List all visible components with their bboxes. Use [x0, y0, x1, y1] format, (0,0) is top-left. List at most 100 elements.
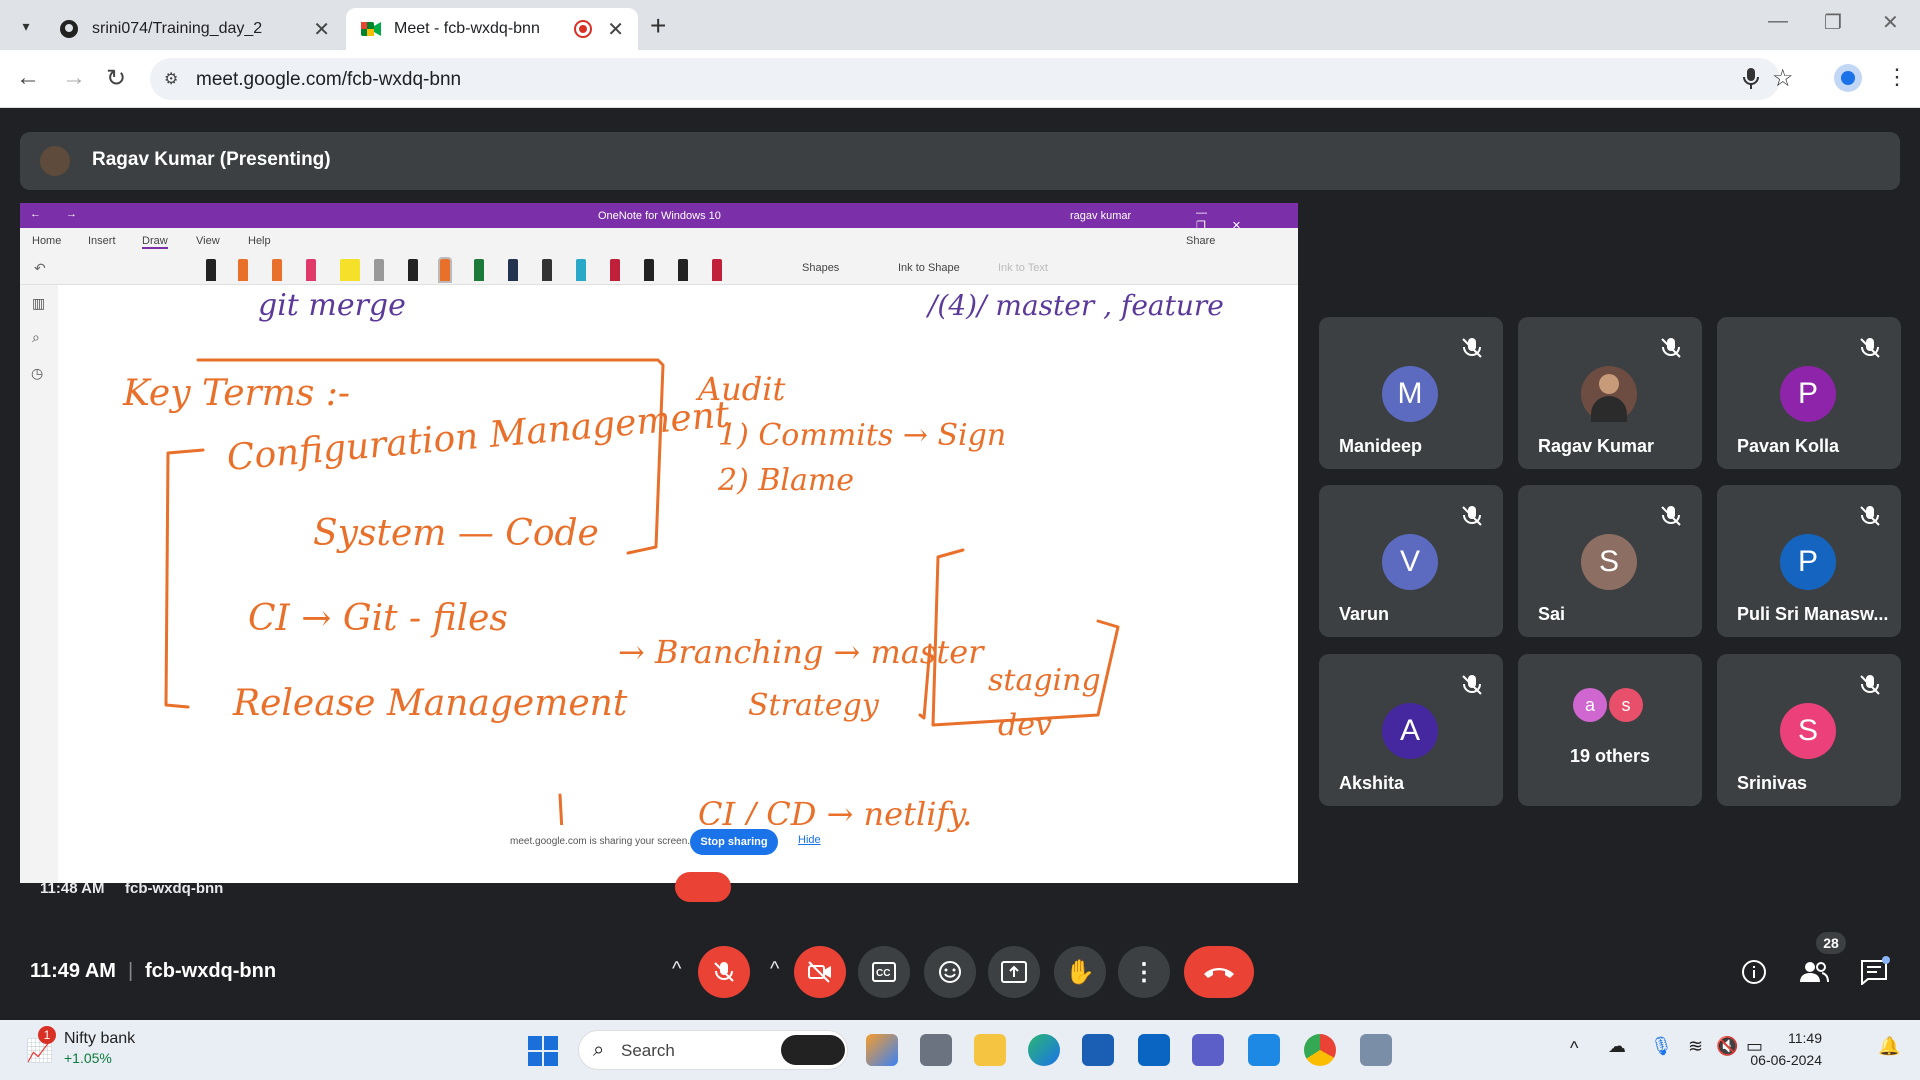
menu-draw: Draw: [142, 235, 168, 249]
address-bar[interactable]: ⚙ meet.google.com/fcb-wxdq-bnn: [150, 58, 1780, 100]
more-icon: ⋮: [1132, 958, 1156, 986]
bookmark-star-icon[interactable]: ☆: [1772, 64, 1794, 93]
close-tab-icon[interactable]: ✕: [313, 17, 330, 42]
mic-toggle-button[interactable]: [698, 946, 750, 998]
edge-icon[interactable]: [1028, 1034, 1060, 1066]
file-explorer-icon[interactable]: [974, 1034, 1006, 1066]
taskbar-time: 11:49: [1788, 1030, 1822, 1046]
raise-hand-button[interactable]: ✋: [1054, 946, 1106, 998]
divider: |: [128, 960, 134, 982]
snipping-tool-icon[interactable]: [1360, 1034, 1392, 1066]
chrome-icon[interactable]: [1304, 1034, 1336, 1066]
onedrive-icon[interactable]: ☁: [1608, 1036, 1626, 1057]
presenter-avatar: [40, 146, 70, 176]
app-icon[interactable]: [920, 1034, 952, 1066]
teams-icon[interactable]: [1192, 1034, 1224, 1066]
participant-tile[interactable]: V Varun: [1319, 485, 1503, 637]
chevron-up-icon[interactable]: ^: [770, 958, 779, 981]
ink-line: Release Management: [232, 683, 628, 724]
close-window-icon[interactable]: ✕: [1882, 10, 1899, 35]
ink-line: 1) Commits → Sign: [718, 418, 1006, 453]
reactions-button[interactable]: [924, 946, 976, 998]
avatar: S: [1581, 534, 1637, 590]
inner-end-call: [675, 872, 731, 902]
forward-icon[interactable]: →: [62, 64, 86, 92]
close-tab-icon[interactable]: ✕: [607, 17, 624, 42]
ink-line: staging: [988, 663, 1101, 698]
chevron-up-icon[interactable]: ^: [1570, 1038, 1578, 1059]
inner-code: fcb-wxdq-bnn: [125, 880, 224, 897]
github-icon: [58, 18, 80, 40]
mic-icon[interactable]: 🎙: [1650, 1036, 1673, 1057]
stock-widget[interactable]: 📈 1 Nifty bank +1.05%: [20, 1026, 170, 1074]
mic-icon[interactable]: [1742, 67, 1760, 96]
whiteboard-ink-text: git merge /(4)/ master , feature Key Ter…: [122, 288, 1224, 833]
people-button[interactable]: [1798, 956, 1830, 988]
tab-github[interactable]: srini074/Training_day_2 ✕: [44, 8, 344, 50]
presenter-banner: Ragav Kumar (Presenting): [20, 132, 1900, 190]
search-icon: ⌕: [593, 1039, 605, 1061]
meeting-info-button[interactable]: [1738, 956, 1770, 988]
svg-text:CC: CC: [876, 968, 890, 979]
onenote-share-label: Share: [1186, 235, 1216, 247]
profile-avatar[interactable]: [1834, 64, 1862, 92]
avatar: M: [1382, 366, 1438, 422]
menu-insert: Insert: [88, 235, 116, 247]
wifi-icon[interactable]: ≋: [1688, 1036, 1703, 1057]
participant-tile[interactable]: P Puli Sri Manasw...: [1717, 485, 1901, 637]
captions-icon: CC: [872, 962, 896, 982]
participant-name: Sai: [1538, 604, 1566, 624]
mic-off-icon: [1860, 338, 1880, 358]
new-tab-button[interactable]: +: [650, 10, 666, 42]
taskbar-search[interactable]: ⌕ Search: [578, 1030, 848, 1070]
participant-tile[interactable]: S Srinivas: [1717, 654, 1901, 806]
minimize-icon[interactable]: —: [1768, 10, 1788, 33]
participant-tile[interactable]: Ragav Kumar: [1518, 317, 1702, 469]
outlook-icon[interactable]: [1138, 1034, 1170, 1066]
browser-menu-icon[interactable]: ⋮: [1886, 64, 1908, 90]
site-info-icon[interactable]: ⚙: [164, 69, 178, 89]
present-button[interactable]: [988, 946, 1040, 998]
window-title: OneNote for Windows 10: [598, 210, 721, 222]
chevron-up-icon[interactable]: ^: [672, 958, 681, 981]
unread-dot: [1882, 956, 1890, 964]
captions-button[interactable]: CC: [858, 946, 910, 998]
recording-icon: [574, 20, 592, 38]
tab-meet[interactable]: Meet - fcb-wxdq-bnn ✕: [346, 8, 638, 50]
participant-tile[interactable]: P Pavan Kolla: [1717, 317, 1901, 469]
avatar: A: [1382, 703, 1438, 759]
restore-icon[interactable]: ❐: [1824, 10, 1842, 35]
notifications-icon[interactable]: 🔔: [1878, 1036, 1900, 1057]
avatar: P: [1780, 366, 1836, 422]
url-text: meet.google.com/fcb-wxdq-bnn: [196, 69, 462, 90]
tab-search-button[interactable]: ▾: [12, 12, 40, 40]
back-icon[interactable]: ←: [16, 64, 40, 92]
chat-button[interactable]: [1858, 956, 1890, 988]
store-icon[interactable]: [1082, 1034, 1114, 1066]
more-options-button[interactable]: ⋮: [1118, 946, 1170, 998]
others-tile[interactable]: a s 19 others: [1518, 654, 1702, 806]
mic-off-icon: [1661, 338, 1681, 358]
end-call-button[interactable]: [1184, 946, 1254, 998]
participant-tile[interactable]: S Sai: [1518, 485, 1702, 637]
avatar: s: [1609, 688, 1643, 722]
camera-toggle-button[interactable]: [794, 946, 846, 998]
participant-tile[interactable]: A Akshita: [1319, 654, 1503, 806]
meet-stage: Ragav Kumar (Presenting) ← → OneNote for…: [0, 108, 1920, 1020]
window-user: ragav kumar: [1070, 210, 1132, 222]
browser-tab-strip: ▾ srini074/Training_day_2 ✕ Meet - fcb-w…: [0, 0, 1920, 50]
menu-view: View: [196, 235, 220, 247]
shared-screen[interactable]: ← → OneNote for Windows 10 ragav kumar —…: [20, 203, 1298, 883]
participant-tile[interactable]: M Manideep: [1319, 317, 1503, 469]
screen-sharing-notice: meet.google.com is sharing your screen. …: [490, 825, 850, 857]
windows-taskbar: 📈 1 Nifty bank +1.05% ⌕ Search ^ ☁ 🎙 ≋ 🔇…: [0, 1020, 1920, 1080]
taskbar-date: 06-06-2024: [1750, 1052, 1822, 1068]
mic-off-icon: [1462, 506, 1482, 526]
start-button[interactable]: [528, 1036, 558, 1066]
people-icon: [1800, 962, 1829, 983]
vscode-icon[interactable]: [1248, 1034, 1280, 1066]
copilot-icon[interactable]: [866, 1034, 898, 1066]
reload-icon[interactable]: ↻: [106, 64, 126, 93]
raise-hand-icon: ✋: [1065, 958, 1095, 986]
avatar: V: [1382, 534, 1438, 590]
